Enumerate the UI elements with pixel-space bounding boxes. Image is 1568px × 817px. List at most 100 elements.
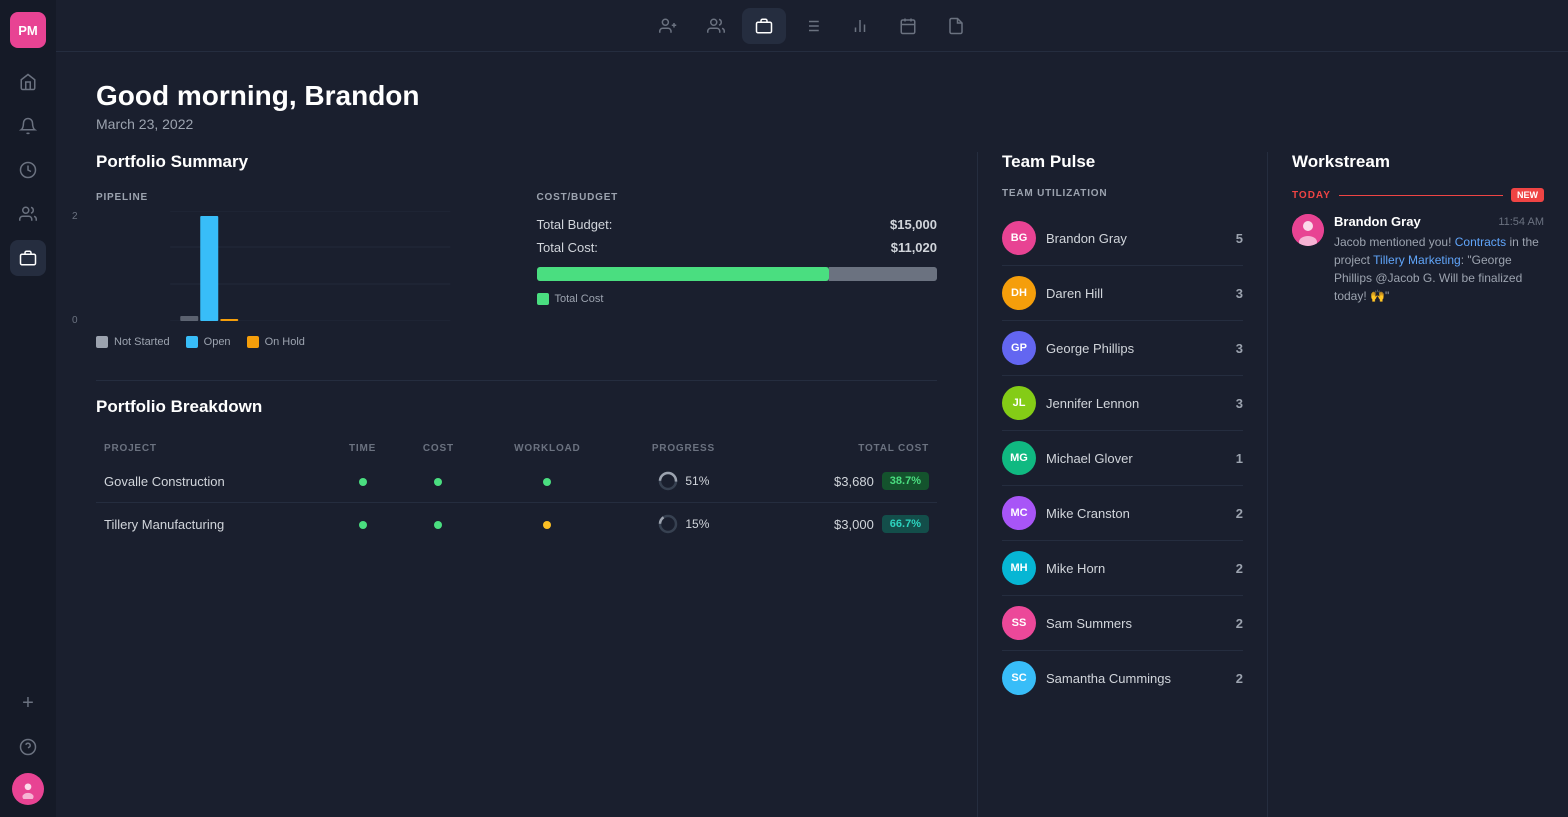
total-budget-value: $15,000 [890, 217, 937, 232]
sidebar-item-work[interactable] [10, 240, 46, 276]
cost-legend-dot [537, 293, 549, 305]
member-name-6: Mike Horn [1046, 561, 1226, 576]
member-name-1: Daren Hill [1046, 286, 1226, 301]
total-cost-label: Total Cost: [537, 240, 598, 255]
pipeline-svg-chart [124, 211, 497, 321]
on-hold-label: On Hold [265, 336, 305, 348]
member-count-4: 1 [1236, 451, 1243, 466]
greeting-text: Good morning, Brandon [96, 80, 1528, 112]
open-label: Open [204, 336, 231, 348]
nav-team[interactable] [694, 8, 738, 44]
sidebar-item-home[interactable] [10, 64, 46, 100]
message-avatar-0 [1292, 214, 1324, 246]
col-time: TIME [326, 437, 399, 460]
today-line [1339, 195, 1503, 196]
nav-chart[interactable] [838, 8, 882, 44]
team-members-list: BG Brandon Gray 5 DH Daren Hill 3 GP Geo… [1002, 211, 1243, 705]
message-card: Brandon Gray 11:54 AM Jacob mentioned yo… [1292, 214, 1544, 305]
total-cost-legend-label: Total Cost [555, 293, 604, 305]
time-dot-1 [326, 503, 399, 546]
team-member-row: SC Samantha Cummings 2 [1002, 651, 1243, 705]
member-avatar-6: MH [1002, 551, 1036, 585]
page-content: Good morning, Brandon March 23, 2022 Por… [56, 52, 1568, 817]
member-avatar-2: GP [1002, 331, 1036, 365]
team-pulse-title: Team Pulse [1002, 152, 1243, 172]
cost-legend: Total Cost [537, 293, 938, 305]
message-name-0: Brandon Gray [1334, 214, 1421, 229]
not-started-dot [96, 336, 108, 348]
workstream-messages: Brandon Gray 11:54 AM Jacob mentioned yo… [1292, 214, 1544, 305]
team-member-row: JL Jennifer Lennon 3 [1002, 376, 1243, 431]
workload-dot-0 [478, 460, 617, 503]
total-cost-value: $11,020 [891, 240, 937, 255]
today-row: TODAY NEW [1292, 188, 1544, 202]
app-logo[interactable]: PM [10, 12, 46, 48]
col-cost: COST [399, 437, 478, 460]
team-member-row: MG Michael Glover 1 [1002, 431, 1243, 486]
legend-open: Open [186, 336, 231, 348]
team-member-row: MH Mike Horn 2 [1002, 541, 1243, 596]
team-member-row: DH Daren Hill 3 [1002, 266, 1243, 321]
main-area: Good morning, Brandon March 23, 2022 Por… [56, 0, 1568, 817]
open-dot [186, 336, 198, 348]
sidebar: PM + [0, 0, 56, 817]
col-workload: WORKLOAD [478, 437, 617, 460]
sidebar-help-button[interactable] [10, 729, 46, 765]
col-project: PROJECT [96, 437, 326, 460]
progress-circle-0 [657, 470, 679, 492]
member-count-8: 2 [1236, 671, 1243, 686]
member-avatar-5: MC [1002, 496, 1036, 530]
budget-bar [537, 267, 938, 281]
user-avatar[interactable] [12, 773, 44, 805]
table-row: Tillery Manufacturing 15% $3,000 66.7% [96, 503, 937, 546]
member-count-3: 3 [1236, 396, 1243, 411]
member-count-1: 3 [1236, 286, 1243, 301]
today-label: TODAY [1292, 190, 1331, 201]
sidebar-add-button[interactable]: + [10, 685, 46, 721]
legend-on-hold: On Hold [247, 336, 305, 348]
chart-legend: Not Started Open On Hold [96, 336, 497, 348]
main-columns: Portfolio Summary PIPELINE 2 0 [56, 152, 1568, 817]
team-member-row: BG Brandon Gray 5 [1002, 211, 1243, 266]
breakdown-title: Portfolio Breakdown [96, 397, 937, 417]
nav-calendar[interactable] [886, 8, 930, 44]
total-budget-row: Total Budget: $15,000 [537, 217, 938, 232]
team-member-row: SS Sam Summers 2 [1002, 596, 1243, 651]
project-name-0: Govalle Construction [96, 460, 326, 503]
member-count-6: 2 [1236, 561, 1243, 576]
member-avatar-4: MG [1002, 441, 1036, 475]
member-avatar-0: BG [1002, 221, 1036, 255]
member-avatar-8: SC [1002, 661, 1036, 695]
nav-document[interactable] [934, 8, 978, 44]
sidebar-item-clock[interactable] [10, 152, 46, 188]
nav-briefcase[interactable] [742, 8, 786, 44]
nav-list[interactable] [790, 8, 834, 44]
member-avatar-7: SS [1002, 606, 1036, 640]
section-divider [96, 380, 937, 381]
sidebar-item-alerts[interactable] [10, 108, 46, 144]
progress-cell-1: 15% [617, 503, 750, 546]
member-avatar-1: DH [1002, 276, 1036, 310]
nav-person-add[interactable] [646, 8, 690, 44]
tillery-link[interactable]: Tillery Marketing [1373, 253, 1461, 267]
sidebar-item-people[interactable] [10, 196, 46, 232]
portfolio-breakdown-section: Portfolio Breakdown PROJECT TIME COST WO… [96, 397, 937, 545]
team-member-row: GP George Phillips 3 [1002, 321, 1243, 376]
progress-cell-0: 51% [617, 460, 750, 503]
team-pulse-panel: Team Pulse TEAM UTILIZATION BG Brandon G… [978, 152, 1268, 817]
table-row: Govalle Construction 51% $3,680 38.7% [96, 460, 937, 503]
new-badge: NEW [1511, 188, 1544, 202]
col-progress: PROGRESS [617, 437, 750, 460]
workstream-header: Workstream [1292, 152, 1544, 172]
page-header: Good morning, Brandon March 23, 2022 [56, 52, 1568, 152]
table-header-row: PROJECT TIME COST WORKLOAD PROGRESS TOTA… [96, 437, 937, 460]
contracts-link[interactable]: Contracts [1455, 235, 1506, 249]
team-member-row: MC Mike Cranston 2 [1002, 486, 1243, 541]
member-count-5: 2 [1236, 506, 1243, 521]
col-total-cost: TOTAL COST [750, 437, 937, 460]
cost-dot-1 [399, 503, 478, 546]
workload-dot-1 [478, 503, 617, 546]
cost-budget-label: COST/BUDGET [537, 192, 938, 203]
message-text-0: Jacob mentioned you! Contracts in the pr… [1334, 233, 1544, 305]
total-cost-cell-1: $3,000 66.7% [750, 503, 937, 546]
